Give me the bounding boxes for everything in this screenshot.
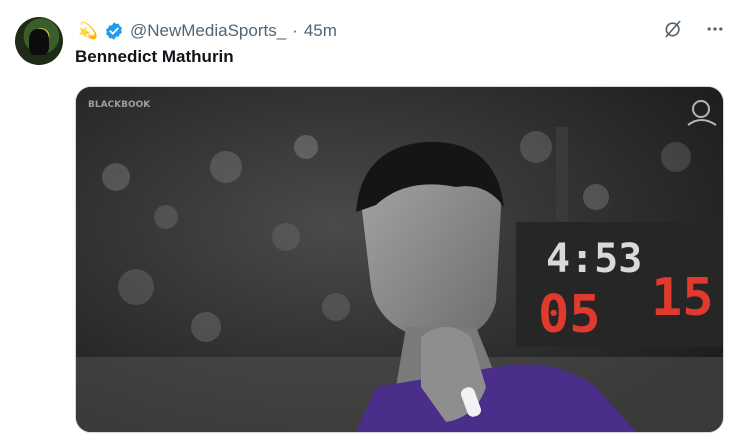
author-handle[interactable]: @NewMediaSports_ [130,21,286,41]
tweet-actions-top [662,18,726,40]
scoreboard-post [556,127,568,222]
separator-dot: · [292,21,298,40]
more-options-icon[interactable] [704,18,726,40]
profile-avatar[interactable] [15,17,63,65]
post-timestamp[interactable]: 45m [304,21,337,41]
scoreboard-clock: 4:53 [546,236,642,282]
grok-icon[interactable] [662,18,684,40]
tweet-header: 💫 @NewMediaSports_ · 45m [78,19,337,43]
tweet-text: Bennedict Mathurin [75,47,234,66]
sparkle-star-icon: 💫 [78,23,98,40]
video-watermark: BLACKBOOK [88,100,151,110]
tweet-media-gif[interactable]: 4:53 05 15 BLACKBOOK [75,86,724,433]
verified-badge-icon [104,21,124,41]
scoreboard-score-left: 05 [538,285,601,345]
scoreboard-score-right: 15 [651,268,714,328]
